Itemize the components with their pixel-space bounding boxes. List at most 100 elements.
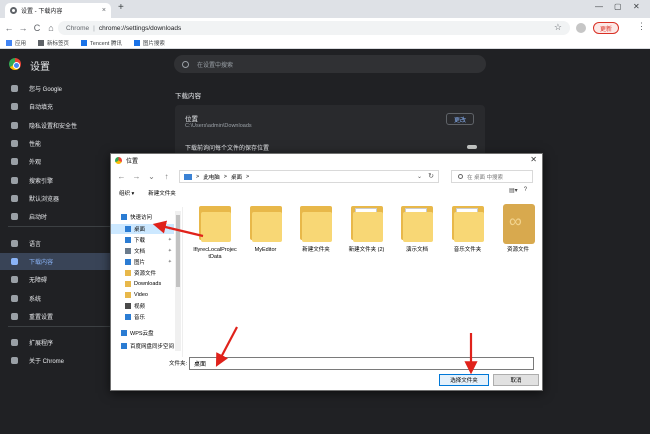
file-item[interactable]: 新建文件夹 [294, 204, 338, 254]
organize-button[interactable]: 组织 ▾ [119, 189, 134, 197]
autofill-icon [11, 103, 18, 110]
nav-pane-item[interactable]: Video [111, 290, 174, 300]
tab-close-icon[interactable]: × [102, 7, 106, 14]
bookmark-item[interactable]: 图片搜索 [133, 39, 165, 47]
nav-pane-item[interactable]: 音乐 [111, 312, 174, 322]
tab-title: 设置 - 下载内容 [21, 9, 63, 15]
nav-pane-scrollbar[interactable] [175, 211, 181, 351]
view-mode-icon[interactable]: ▤▾ [509, 187, 518, 194]
chrome-logo-icon [11, 357, 18, 364]
file-item[interactable]: 音乐文件夹 [446, 204, 490, 254]
file-name: 音乐文件夹 [453, 247, 482, 253]
nav-pane-item[interactable]: 文档 ✦ [111, 246, 174, 256]
bookmark-item[interactable]: 新标签页 [38, 39, 69, 47]
picture-icon [125, 259, 131, 265]
new-folder-button[interactable]: 新建文件夹 [148, 189, 176, 197]
file-item[interactable]: MyEditor [244, 204, 288, 254]
folder-picker-dialog: 位置 ✕ ← → ⌄ ↑ > 此电脑 > 桌面 > ⌄ ↻ 在 桌面 中搜索 组… [110, 153, 543, 391]
file-item[interactable]: 演示文档 [395, 204, 439, 254]
nav-pane-item[interactable]: 图片 ✦ [111, 257, 174, 267]
bookmark-label: Tencent 腾讯 [90, 41, 122, 47]
sidebar-item[interactable]: 自动填充 [0, 98, 150, 115]
new-tab-button[interactable]: + [118, 2, 124, 13]
bookmark-item[interactable]: 应用 [6, 39, 26, 47]
download-icon [11, 258, 18, 265]
chrome-logo-icon [115, 157, 122, 164]
minimize-button[interactable]: — [595, 2, 603, 11]
dialog-address-bar[interactable]: > 此电脑 > 桌面 > ⌄ ↻ [179, 170, 439, 183]
help-icon[interactable]: ? [524, 187, 527, 194]
settings-search-input[interactable]: 在设置中搜索 [174, 55, 486, 73]
bookmark-star-icon[interactable]: ☆ [554, 22, 562, 33]
wrench-icon [11, 295, 18, 302]
close-window-button[interactable]: ✕ [633, 2, 640, 11]
file-item[interactable]: IflyrecLocalProjectData [193, 204, 237, 261]
nav-pane-item[interactable]: 资源文件 [111, 268, 174, 278]
home-icon[interactable]: ⌂ [44, 23, 58, 33]
profile-avatar[interactable] [576, 23, 586, 33]
file-item[interactable]: 资源文件 [496, 204, 540, 254]
file-name: 新建文件夹 [302, 247, 330, 253]
address-dropdown-icon[interactable]: ⌄ [417, 173, 422, 180]
nav-pane-item[interactable]: 快速访问 [111, 212, 174, 222]
refresh-icon[interactable]: ↻ [428, 172, 434, 180]
file-name: 演示文档 [405, 247, 428, 253]
nav-pane-item[interactable]: 下载 ✦ [111, 235, 174, 245]
nav-pane-label: Downloads [134, 281, 162, 287]
dialog-search-input[interactable]: 在 桌面 中搜索 [451, 170, 533, 183]
breadcrumb-desktop[interactable]: 桌面 [231, 173, 242, 181]
nav-pane-item[interactable]: 桌面 ✦ [111, 224, 174, 234]
address-bar[interactable]: Chrome | chrome://settings/downloads ☆ [58, 21, 570, 35]
address-separator: | [93, 24, 95, 32]
nav-pane-item[interactable]: 视频 [111, 301, 174, 311]
menu-dots-icon[interactable]: ⋮ [637, 21, 646, 32]
bookmark-label: 应用 [15, 41, 27, 47]
sidebar-item[interactable]: 您与 Google [0, 80, 150, 97]
breadcrumb-this-pc[interactable]: 此电脑 [203, 173, 220, 181]
nav-pane-item[interactable]: WPS云盘 [111, 328, 174, 338]
change-location-button[interactable]: 更改 [446, 113, 474, 125]
file-name: 新建文件夹 (2) [348, 247, 385, 253]
folder-icon [248, 204, 284, 244]
up-icon[interactable]: ↑ [162, 172, 171, 181]
maximize-button[interactable]: ▢ [614, 2, 622, 11]
browser-icon [11, 195, 18, 202]
update-button[interactable]: 更新 [593, 22, 620, 34]
extension-icon [11, 339, 18, 346]
folder-name-input[interactable]: 桌面 [189, 357, 534, 370]
file-item[interactable]: 新建文件夹 (2) [345, 204, 389, 254]
file-name: MyEditor [254, 247, 277, 253]
sidebar-item[interactable]: 隐私设置和安全性 [0, 117, 150, 134]
reload-icon[interactable]: C [30, 23, 44, 33]
nav-pane-item[interactable]: 百度网盘同步空间 [111, 341, 174, 351]
bookmark-item[interactable]: Tencent 腾讯 [81, 39, 122, 47]
forward-icon[interactable]: → [132, 172, 141, 181]
folder-icon [298, 204, 334, 244]
back-icon[interactable]: ← [117, 172, 126, 181]
ask-location-toggle[interactable] [467, 145, 477, 149]
tencent-icon [81, 40, 88, 46]
nav-pane-label: 快速访问 [130, 215, 153, 221]
forward-icon[interactable]: → [16, 23, 30, 33]
nav-pane-label: 视频 [134, 304, 146, 310]
file-name: 资源文件 [506, 247, 529, 253]
sidebar-item[interactable]: 性能 [0, 135, 150, 152]
navigation-pane: 快速访问桌面 ✦ 下载 ✦ 文档 ✦ 图片 ✦ 资源文件 Downloads Video 视频音乐 WP… [111, 207, 183, 357]
folder-icon [349, 204, 385, 244]
scrollbar-thumb[interactable] [176, 215, 180, 287]
dialog-titlebar: 位置 ✕ [111, 154, 542, 167]
cancel-button[interactable]: 取消 [493, 374, 539, 386]
select-folder-button[interactable]: 选择文件夹 [439, 374, 489, 386]
dialog-close-button[interactable]: ✕ [530, 155, 537, 164]
tab-settings[interactable]: 设置 - 下载内容 × [5, 3, 111, 18]
nav-pane-label: 音乐 [134, 315, 146, 321]
back-icon[interactable]: ← [2, 23, 16, 33]
location-path: C:\Users\admin\Downloads [185, 123, 252, 129]
folder-label: 文件夹: [169, 361, 188, 367]
recent-dropdown-icon[interactable]: ⌄ [147, 172, 156, 181]
folder-icon [399, 204, 435, 244]
search-icon [458, 174, 463, 179]
nav-pane-item[interactable]: Downloads [111, 279, 174, 289]
file-name: IflyrecLocalProjectData [193, 247, 237, 261]
sidebar-item-label: 默认浏览器 [29, 197, 60, 203]
